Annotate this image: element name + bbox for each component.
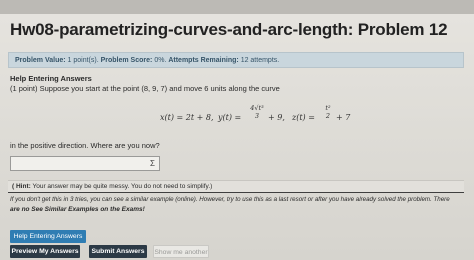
problem-page: Hw08-parametrizing-curves-and-arc-length… bbox=[0, 0, 474, 260]
equation-y-prefix: y(t) = bbox=[218, 113, 242, 122]
equation-x: x(t) = 2t + 8, bbox=[160, 113, 214, 122]
hint-label: ( Hint: bbox=[12, 183, 31, 190]
problem-value: 1 point(s). bbox=[67, 57, 99, 64]
problem-score: 0%. bbox=[154, 57, 167, 64]
equation-y-suffix: + 9, bbox=[268, 113, 285, 122]
preview-answers-button[interactable]: Preview My Answers bbox=[10, 245, 80, 258]
problem-value-label: Problem Value: bbox=[15, 57, 66, 64]
direction-question: in the positive direction. Where are you… bbox=[10, 141, 160, 150]
problem-info-bar: Problem Value: 1 point(s). Problem Score… bbox=[8, 52, 464, 68]
similar-example-note: If you don't get this in 3 tries, you ca… bbox=[10, 196, 450, 203]
help-entering-answers-button[interactable]: Help Entering Answers bbox=[10, 230, 86, 243]
hint-text: Your answer may be quite messy. You do n… bbox=[32, 183, 213, 190]
divider bbox=[8, 192, 464, 193]
hint-line: ( Hint: Your answer may be quite messy. … bbox=[8, 180, 464, 192]
equation-z-fraction: t² 2 bbox=[323, 104, 333, 120]
equation-y-numerator: 4√t³ bbox=[250, 104, 264, 112]
show-another-button[interactable]: Show me another bbox=[153, 245, 209, 258]
submit-answers-button[interactable]: Submit Answers bbox=[89, 245, 147, 258]
problem-statement: (1 point) Suppose you start at the point… bbox=[10, 84, 280, 93]
equation-y-denominator: 3 bbox=[254, 112, 260, 120]
problem-score-label: Problem Score: bbox=[100, 57, 153, 64]
page-title: Hw08-parametrizing-curves-and-arc-length… bbox=[10, 20, 448, 39]
attempts-label: Attempts Remaining: bbox=[168, 57, 239, 64]
browser-top-strip bbox=[0, 0, 474, 14]
exam-warning-note: are no See Similar Examples on the Exams… bbox=[10, 206, 145, 213]
help-entering-answers-heading: Help Entering Answers bbox=[10, 74, 92, 83]
equation-editor-sigma-icon[interactable]: Σ bbox=[146, 157, 159, 170]
equation-z-numerator: t² bbox=[325, 104, 331, 112]
answer-input[interactable] bbox=[10, 156, 160, 171]
equation-z-denominator: 2 bbox=[325, 112, 331, 120]
attempts-remaining: 12 attempts. bbox=[240, 57, 280, 64]
equation-z-suffix: + 7 bbox=[336, 113, 351, 122]
equation-z-prefix: z(t) = bbox=[292, 113, 315, 122]
equation-y-fraction: 4√t³ 3 bbox=[248, 104, 266, 120]
parametric-equations: x(t) = 2t + 8, y(t) = 4√t³ 3 + 9, z(t) =… bbox=[160, 104, 370, 132]
